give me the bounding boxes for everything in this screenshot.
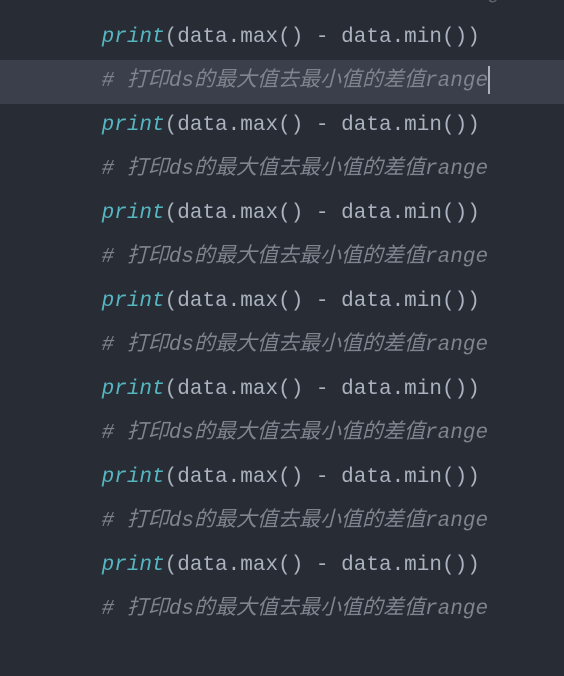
- editor-line[interactable]: # 打印ds的最大值去最小值的差值range: [26, 588, 564, 632]
- comment-text: # 打印ds的最大值去最小值的差值range: [102, 598, 488, 621]
- code-editor[interactable]: # 打印ds的最大值去最小值的差值range print(data.max() …: [26, 0, 564, 632]
- text-cursor: [488, 66, 490, 94]
